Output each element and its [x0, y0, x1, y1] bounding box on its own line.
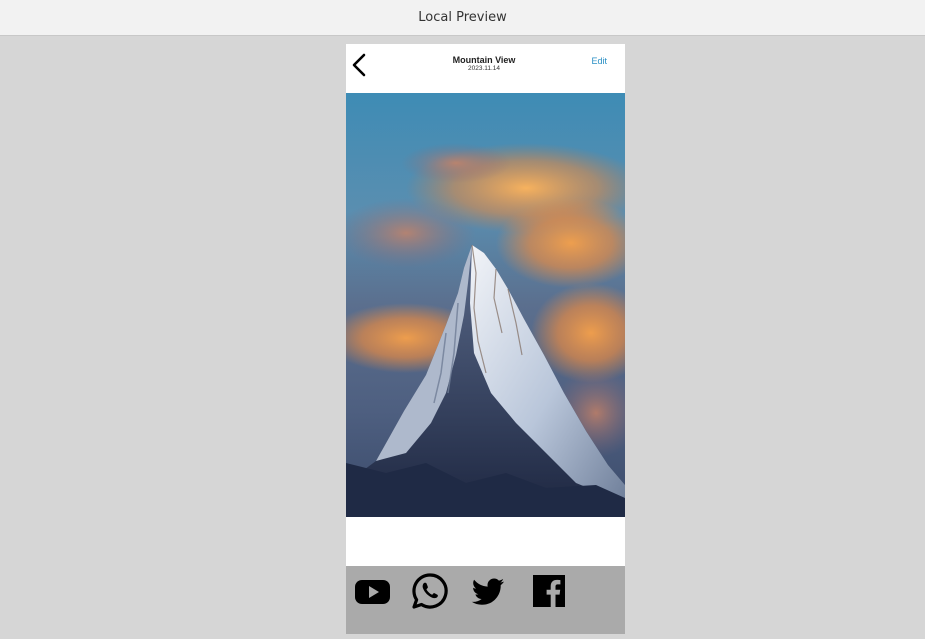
- nav-title: Mountain View: [452, 55, 516, 65]
- chevron-left-icon: [352, 53, 366, 77]
- edit-button[interactable]: Edit: [591, 56, 607, 66]
- window-title: Local Preview: [418, 10, 507, 25]
- youtube-icon[interactable]: [354, 572, 392, 610]
- nav-date: 2023.11.14: [467, 65, 501, 72]
- window-titlebar: Local Preview: [0, 0, 925, 36]
- twitter-icon[interactable]: [469, 572, 507, 610]
- back-button[interactable]: [348, 52, 372, 78]
- photo-caption-area: [346, 517, 625, 566]
- nav-title-group: Mountain View 2023.11.14: [406, 55, 562, 73]
- nav-bar: Mountain View 2023.11.14 Edit: [346, 44, 625, 93]
- facebook-icon[interactable]: [530, 572, 568, 610]
- phone-frame: Mountain View 2023.11.14 Edit: [346, 44, 625, 634]
- mountain-photo: [346, 93, 625, 517]
- share-bar: [346, 566, 625, 634]
- whatsapp-icon[interactable]: [411, 572, 449, 610]
